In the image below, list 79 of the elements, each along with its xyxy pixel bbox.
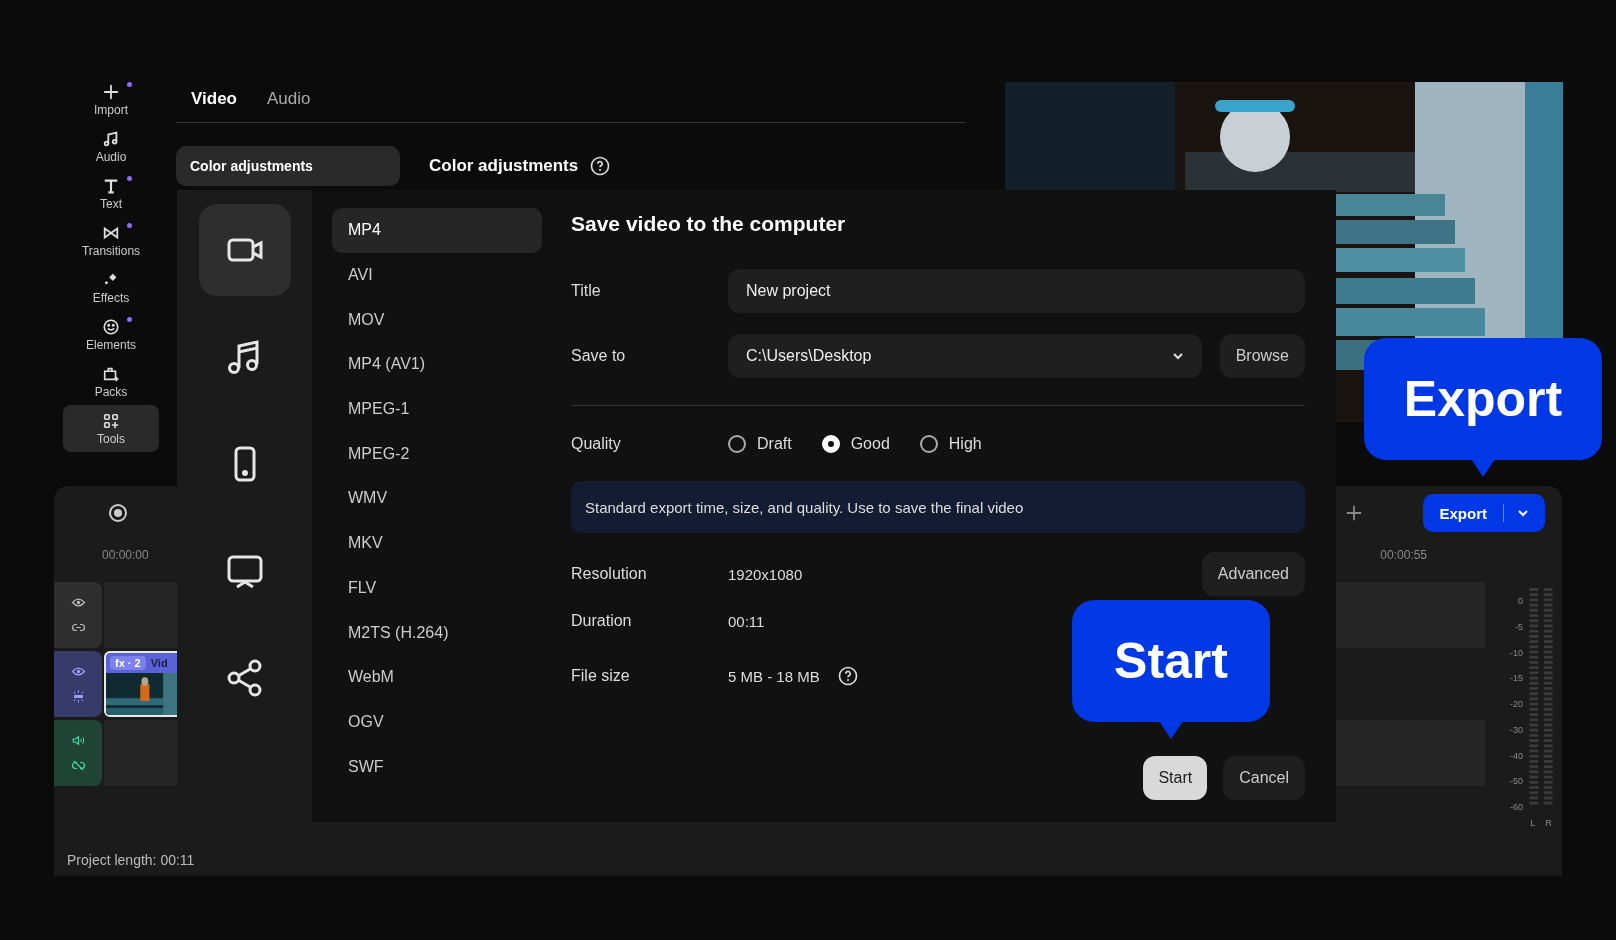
unlink-icon[interactable] [70, 758, 86, 773]
quality-description: Standard export time, size, and quality. Use to save the final video [571, 481, 1305, 533]
format-item[interactable]: MOV [332, 297, 542, 343]
channel-label: R [1545, 818, 1552, 828]
sidebar-item[interactable]: Elements [63, 311, 159, 358]
quality-radio[interactable]: Draft [728, 435, 792, 453]
format-item[interactable]: MP4 (AV1) [332, 342, 542, 387]
meter-scale-label: -10 [1510, 647, 1523, 660]
timecode: 00:00:00 [102, 548, 149, 564]
field-label: Save to [571, 347, 627, 365]
format-item[interactable]: MPEG-1 [332, 386, 542, 432]
category-pill[interactable]: Color adjustments [176, 146, 400, 186]
tab[interactable]: Video [191, 89, 237, 109]
sidebar-item[interactable]: Tools [63, 405, 159, 452]
format-item[interactable]: AVI [332, 252, 542, 298]
sidebar-item[interactable]: Packs [63, 358, 159, 405]
format-item[interactable]: WMV [332, 476, 542, 521]
effects-badge: fx · 2 [110, 656, 146, 670]
export-button[interactable]: Export [1423, 494, 1545, 532]
folder-dropdown[interactable]: C:\Users\Desktop [728, 334, 1202, 378]
advanced-button[interactable]: Advanced [1201, 552, 1305, 596]
sidebar-item[interactable]: Import [63, 76, 159, 123]
help-icon[interactable] [837, 666, 858, 686]
sidebar-item[interactable]: Transitions [63, 217, 159, 264]
quality-radio[interactable]: High [919, 435, 982, 453]
eye-icon[interactable] [70, 595, 86, 610]
meter-scale-label: 0 [1518, 596, 1523, 608]
spec-value: 5 MB - 18 MB [728, 667, 820, 685]
title-field[interactable]: New project [728, 269, 1305, 313]
format-item[interactable]: FLV [332, 565, 542, 611]
channel-label: L [1530, 818, 1536, 828]
music-note-icon [102, 129, 120, 148]
category-tab[interactable] [198, 204, 291, 296]
spec-label: Duration [571, 612, 633, 630]
timecode: 00:00:55 [1380, 548, 1427, 564]
spec-label: Resolution [571, 565, 648, 583]
format-item[interactable]: MPEG-2 [332, 431, 542, 477]
meter-scale-label: -30 [1510, 724, 1523, 737]
sidebar-item[interactable]: Effects [63, 264, 159, 311]
meter-scale-label: -60 [1510, 802, 1523, 815]
spec-label: File size [571, 667, 631, 685]
add-icon[interactable] [1345, 504, 1364, 522]
speaker-icon[interactable] [70, 733, 86, 748]
sidebar-item[interactable]: Text [63, 170, 159, 217]
meter-scale-label: -20 [1510, 699, 1523, 712]
meter-scale-label: -5 [1515, 621, 1523, 634]
format-item[interactable]: MKV [332, 520, 542, 566]
plus-icon [102, 82, 120, 101]
clip-title: Vid [150, 657, 168, 669]
format-item[interactable]: M2TS (H.264) [332, 610, 542, 655]
format-item[interactable]: SWF [332, 744, 542, 789]
caret-icon[interactable] [1517, 509, 1529, 517]
smiley-icon [102, 317, 120, 336]
meter-scale-label: -15 [1510, 673, 1523, 686]
field-label: Quality [571, 435, 622, 453]
callout: Start [1072, 600, 1270, 739]
help-icon[interactable] [590, 156, 611, 176]
cancel-button[interactable]: Cancel [1223, 756, 1305, 800]
tab[interactable]: Audio [267, 89, 311, 109]
meter-scale-label: -40 [1510, 750, 1523, 763]
record-icon[interactable] [108, 503, 128, 523]
field-label: Title [571, 282, 602, 300]
dialog-title: Save video to the computer [571, 212, 847, 236]
start-button[interactable]: Start [1143, 756, 1208, 800]
meter-scale-label: -50 [1510, 776, 1523, 789]
eye-icon[interactable] [70, 664, 86, 679]
sidebar-item[interactable]: Audio [63, 123, 159, 170]
spec-value: 1920x1080 [728, 565, 803, 583]
format-item[interactable]: OGV [332, 699, 542, 745]
format-item[interactable]: MP4 [332, 208, 542, 253]
quality-radio[interactable]: Good [821, 435, 890, 453]
spec-value: 00:11 [728, 612, 765, 630]
grid-plus-icon [102, 411, 120, 430]
panel-heading: Color adjustments [429, 156, 579, 176]
project-length: Project length: 00:11 [67, 852, 195, 868]
caret-icon [1171, 352, 1184, 360]
format-item[interactable]: WebM [332, 654, 542, 700]
browse-button[interactable]: Browse [1219, 334, 1305, 378]
callout: Export [1364, 338, 1602, 477]
